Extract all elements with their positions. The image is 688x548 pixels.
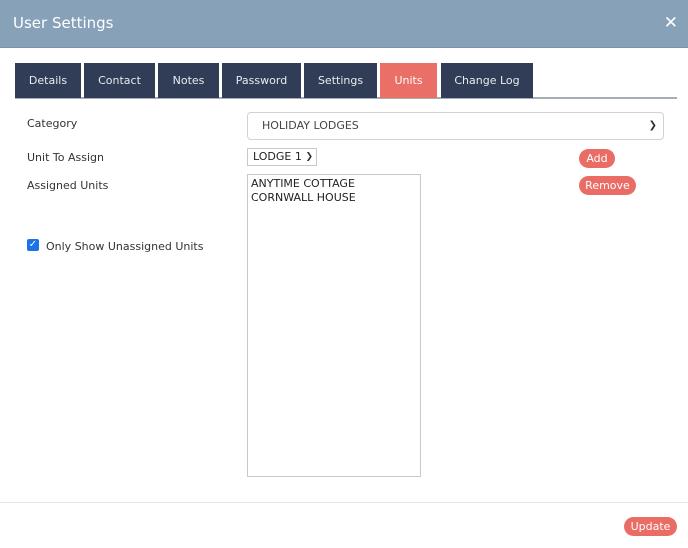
tab-units[interactable]: Units	[380, 63, 437, 98]
category-label: Category	[27, 117, 78, 130]
only-unassigned-label: Only Show Unassigned Units	[46, 240, 204, 253]
only-unassigned-checkbox[interactable]: ✓	[27, 239, 39, 251]
footer-divider	[0, 502, 688, 503]
close-icon[interactable]: ✕	[664, 13, 678, 33]
tab-notes[interactable]: Notes	[158, 63, 219, 98]
update-button[interactable]: Update	[624, 517, 677, 536]
tab-change-log[interactable]: Change Log	[441, 63, 533, 98]
chevron-down-icon: ❯	[305, 152, 313, 162]
list-item[interactable]: CORNWALL HOUSE	[251, 191, 417, 205]
unit-to-assign-select[interactable]: LODGE 1 ❯	[247, 148, 317, 166]
list-item[interactable]: ANYTIME COTTAGE	[251, 177, 417, 191]
tab-bar: Details Contact Notes Password Settings …	[15, 63, 677, 99]
dialog-title: User Settings	[13, 14, 114, 32]
tab-contact[interactable]: Contact	[84, 63, 155, 98]
tab-details[interactable]: Details	[15, 63, 81, 98]
unit-value: LODGE 1	[253, 150, 302, 163]
category-select[interactable]: HOLIDAY LODGES ❯	[247, 112, 664, 140]
assigned-units-label: Assigned Units	[27, 179, 109, 192]
remove-button[interactable]: Remove	[579, 176, 636, 195]
dialog-header: User Settings ✕	[0, 0, 688, 48]
tab-settings[interactable]: Settings	[304, 63, 377, 98]
category-value: HOLIDAY LODGES	[262, 119, 359, 132]
chevron-down-icon: ❯	[648, 120, 657, 131]
tab-password[interactable]: Password	[222, 63, 301, 98]
unit-to-assign-label: Unit To Assign	[27, 151, 104, 164]
add-button[interactable]: Add	[579, 149, 615, 168]
assigned-units-listbox[interactable]: ANYTIME COTTAGE CORNWALL HOUSE	[247, 174, 421, 477]
